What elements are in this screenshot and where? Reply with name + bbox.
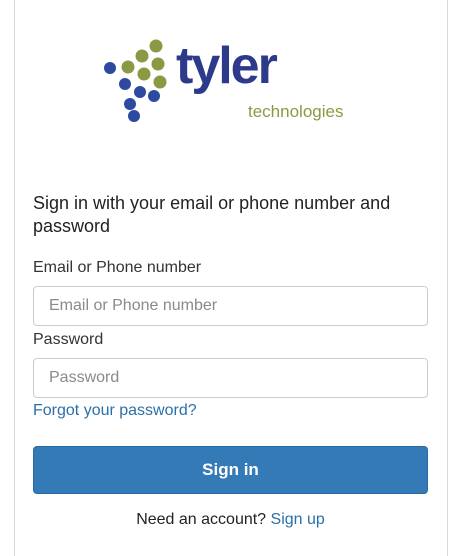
email-label: Email or Phone number xyxy=(33,259,202,276)
logo-subline: technologies xyxy=(248,102,344,121)
logo-dots-icon xyxy=(104,39,167,122)
logo-wordmark: tyler xyxy=(176,37,278,95)
password-label: Password xyxy=(33,331,104,348)
sign-in-button[interactable]: Sign in xyxy=(33,446,428,494)
tyler-technologies-logo: tyler technologies xyxy=(98,34,368,134)
password-input[interactable] xyxy=(33,358,428,398)
signup-row: Need an account? Sign up xyxy=(33,510,428,530)
sign-in-page: tyler technologies Sign in with your ema… xyxy=(0,0,450,556)
signup-prompt: Need an account? xyxy=(136,511,271,528)
email-input[interactable] xyxy=(33,286,428,326)
forgot-password-link[interactable]: Forgot your password? xyxy=(33,401,197,421)
sign-up-link[interactable]: Sign up xyxy=(271,511,325,528)
sign-in-heading: Sign in with your email or phone number … xyxy=(33,193,391,236)
left-border xyxy=(14,0,15,556)
right-border xyxy=(447,0,448,556)
